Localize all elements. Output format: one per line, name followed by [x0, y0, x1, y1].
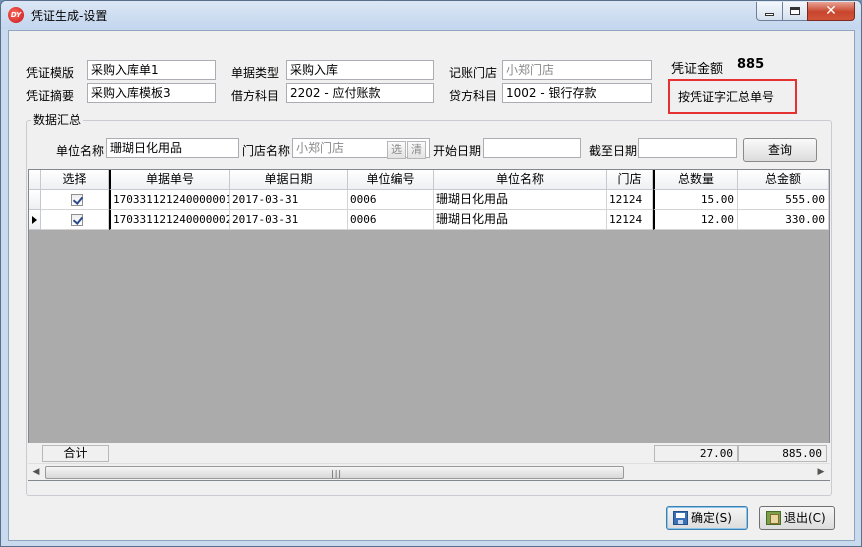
- scroll-right-icon[interactable]: ▶: [813, 464, 829, 481]
- unit-label: 单位名称: [56, 144, 105, 158]
- unit-code-cell: 0006: [348, 210, 434, 230]
- end-date-label: 截至日期: [589, 144, 638, 158]
- debit-label: 借方科目: [231, 89, 280, 103]
- scroll-left-icon[interactable]: ◀: [28, 464, 44, 481]
- row-checkbox[interactable]: [71, 194, 83, 206]
- close-button[interactable]: ✕: [807, 2, 855, 21]
- exit-button-label: 退出(C): [784, 511, 826, 525]
- group-title: 数据汇总: [31, 111, 84, 128]
- exit-button[interactable]: 退出(C): [759, 506, 835, 530]
- row-header-current[interactable]: [29, 210, 41, 230]
- start-date-label: 开始日期: [433, 144, 482, 158]
- scroll-thumb[interactable]: |||: [45, 466, 624, 479]
- date-cell: 2017-03-31: [230, 210, 348, 230]
- group-option-label: 按凭证字汇总单号: [678, 90, 775, 104]
- minimize-button[interactable]: [756, 2, 783, 21]
- select-cell[interactable]: [41, 210, 109, 230]
- total-qty: 27.00: [654, 445, 738, 462]
- summary-field[interactable]: 采购入库模板3: [87, 83, 216, 103]
- unit-name-cell: 珊瑚日化用品: [434, 210, 607, 230]
- ok-button[interactable]: 确定(S): [666, 506, 748, 530]
- doc-no-cell: 170331121240000001: [109, 190, 230, 210]
- row-header[interactable]: [29, 190, 41, 210]
- query-button[interactable]: 查询: [743, 138, 817, 162]
- credit-field[interactable]: 1002 - 银行存款: [502, 83, 652, 103]
- store-name-label: 门店名称: [242, 144, 291, 158]
- maximize-icon: [790, 7, 800, 15]
- amount-value: 885: [737, 57, 765, 72]
- dialog-window: DY 凭证生成-设置 ✕ 凭证模版 采购入库单1 单据类型 采购入库 记账门店 …: [0, 0, 862, 547]
- doc-type-label: 单据类型: [231, 66, 280, 80]
- end-date-field[interactable]: [638, 138, 737, 158]
- maximize-button[interactable]: [782, 2, 808, 21]
- client-area: 凭证模版 采购入库单1 单据类型 采购入库 记账门店 小郑门店 凭证金额 885…: [8, 30, 855, 541]
- grip-icon: |||: [331, 469, 343, 478]
- select-cell[interactable]: [41, 190, 109, 210]
- unit-code-cell: 0006: [348, 190, 434, 210]
- store-cell: 12124: [607, 190, 653, 210]
- store-cell: 12124: [607, 210, 653, 230]
- debit-field[interactable]: 2202 - 应付账款: [286, 83, 434, 103]
- title-bar[interactable]: DY 凭证生成-设置 ✕: [1, 1, 861, 29]
- start-date-field[interactable]: [483, 138, 581, 158]
- col-header-store[interactable]: 门店: [607, 170, 653, 190]
- unit-field[interactable]: 珊瑚日化用品: [106, 138, 239, 158]
- totals-footer: 合计 27.00 885.00: [28, 443, 830, 463]
- current-row-arrow-icon: [32, 216, 37, 224]
- col-header-unit-name[interactable]: 单位名称: [434, 170, 607, 190]
- save-icon: [673, 511, 688, 525]
- total-amount: 885.00: [738, 445, 827, 462]
- col-header-doc-no[interactable]: 单据单号: [109, 170, 230, 190]
- qty-cell: 15.00: [653, 190, 738, 210]
- window-title: 凭证生成-设置: [31, 9, 108, 23]
- col-header-amount[interactable]: 总金额: [738, 170, 829, 190]
- exit-icon: [766, 511, 781, 525]
- select-button[interactable]: 选: [387, 141, 406, 159]
- credit-label: 贷方科目: [449, 89, 498, 103]
- col-header-select[interactable]: 选择: [41, 170, 109, 190]
- date-cell: 2017-03-31: [230, 190, 348, 210]
- row-checkbox[interactable]: [71, 214, 83, 226]
- template-field[interactable]: 采购入库单1: [87, 60, 216, 80]
- amount-label: 凭证金额: [671, 62, 724, 77]
- unit-name-cell: 珊瑚日化用品: [434, 190, 607, 210]
- col-header-qty[interactable]: 总数量: [653, 170, 738, 190]
- doc-type-field[interactable]: 采购入库: [286, 60, 434, 80]
- ok-button-label: 确定(S): [691, 511, 732, 525]
- data-grid[interactable]: 选择 单据单号 单据日期 单位编号 单位名称 门店 总数量 总金额 170331…: [28, 169, 830, 481]
- total-label: 合计: [42, 445, 109, 462]
- group-option-highlight[interactable]: 按凭证字汇总单号: [668, 79, 797, 114]
- grid-corner: [29, 170, 41, 190]
- minimize-icon: [765, 12, 774, 16]
- clear-button[interactable]: 清: [407, 141, 426, 159]
- doc-no-cell: 170331121240000002: [109, 210, 230, 230]
- amount-cell: 555.00: [738, 190, 829, 210]
- amount-cell: 330.00: [738, 210, 829, 230]
- col-header-unit-code[interactable]: 单位编号: [348, 170, 434, 190]
- store-field[interactable]: 小郑门店: [502, 60, 652, 80]
- summary-label: 凭证摘要: [26, 89, 75, 103]
- app-logo-icon: DY: [8, 7, 24, 23]
- template-label: 凭证模版: [26, 66, 75, 80]
- col-header-date[interactable]: 单据日期: [230, 170, 348, 190]
- qty-cell: 12.00: [653, 210, 738, 230]
- horizontal-scrollbar[interactable]: ◀ ||| ▶: [28, 463, 830, 480]
- close-icon: ✕: [825, 3, 837, 19]
- store-label: 记账门店: [449, 66, 498, 80]
